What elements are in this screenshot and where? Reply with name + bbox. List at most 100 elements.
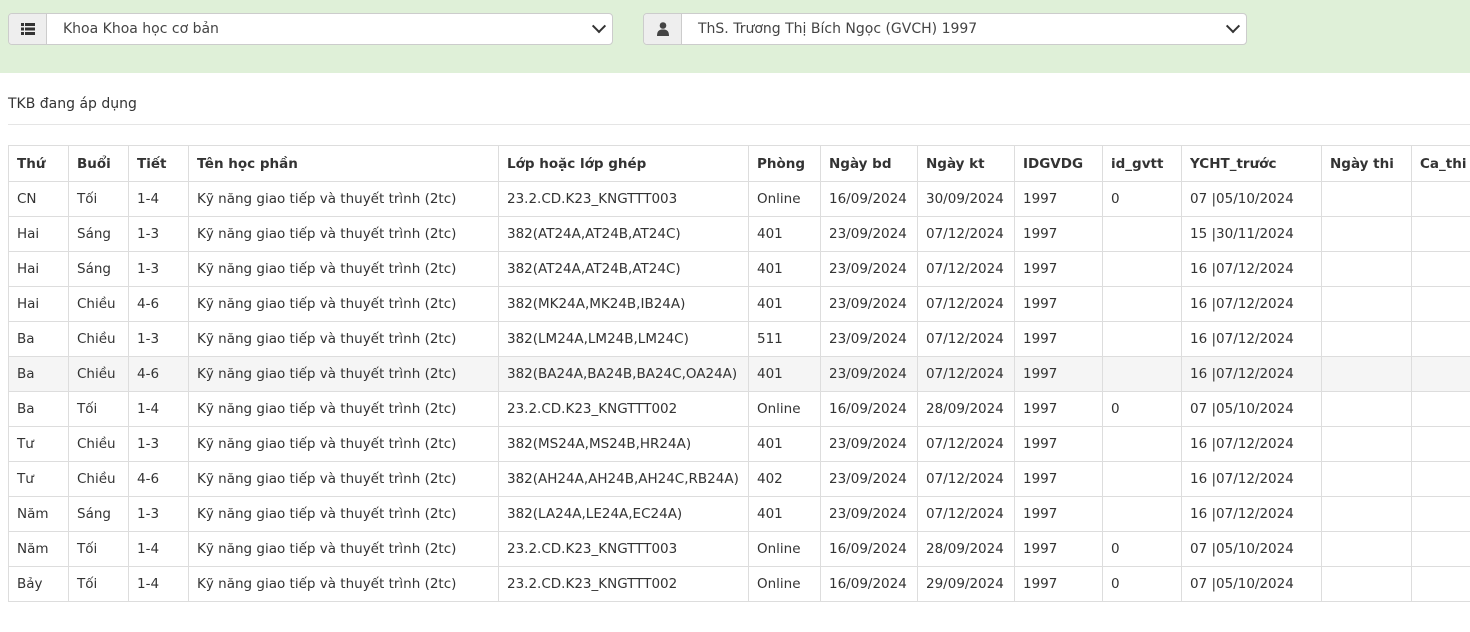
table-row: Hai Sáng 1-3 Kỹ năng giao tiếp và thuyết tr… [8, 251, 1470, 287]
table-cell: 1997 [1014, 181, 1103, 217]
table-cell: 23/09/2024 [820, 321, 918, 357]
table-cell: Năm [8, 496, 69, 532]
table-cell: 16/09/2024 [820, 391, 918, 427]
table-cell: Kỹ năng giao tiếp và thuyết trình (2tc) [188, 391, 499, 427]
page-title: TKB đang áp dụng [8, 96, 137, 112]
table-cell [1321, 216, 1412, 252]
table-cell: 16 |07/12/2024 [1181, 251, 1322, 287]
teacher-select[interactable]: ThS. Trương Thị Bích Ngọc (GVCH) 1997 [682, 14, 1246, 44]
column-header: Phòng [748, 145, 821, 182]
table-cell: 23.2.CD.K23_KNGTTT003 [498, 531, 749, 567]
table-cell: 0 [1102, 531, 1182, 567]
table-cell: Hai [8, 251, 69, 287]
table-cell: 16/09/2024 [820, 566, 918, 602]
table-cell: Chiều [68, 286, 129, 322]
table-cell: 382(AT24A,AT24B,AT24C) [498, 251, 749, 287]
table-cell: 382(MS24A,MS24B,HR24A) [498, 426, 749, 462]
table-cell: 23/09/2024 [820, 426, 918, 462]
table-row: Ba Tối 1-4 Kỹ năng giao tiếp và thuyết trìn… [8, 391, 1470, 427]
table-cell [1411, 286, 1470, 322]
table-cell: Ba [8, 321, 69, 357]
table-cell: 1997 [1014, 356, 1103, 392]
table-cell: 23/09/2024 [820, 251, 918, 287]
user-icon [644, 14, 682, 44]
table-cell [1102, 496, 1182, 532]
table-cell: Năm [8, 531, 69, 567]
chevron-down-icon [1225, 19, 1241, 34]
table-cell [1321, 461, 1412, 497]
table-cell: 1-4 [128, 391, 189, 427]
table-cell: 23/09/2024 [820, 286, 918, 322]
table-cell: Kỹ năng giao tiếp và thuyết trình (2tc) [188, 181, 499, 217]
table-row: Hai Chiều 4-6 Kỹ năng giao tiếp và thuyết t… [8, 286, 1470, 322]
table-cell: 4-6 [128, 286, 189, 322]
table-cell: 23/09/2024 [820, 496, 918, 532]
table-cell: 16 |07/12/2024 [1181, 496, 1322, 532]
table-cell: 382(LA24A,LE24A,EC24A) [498, 496, 749, 532]
table-cell: Hai [8, 216, 69, 252]
table-cell: 07 |05/10/2024 [1181, 531, 1322, 567]
table-cell [1102, 426, 1182, 462]
table-cell: 07/12/2024 [917, 426, 1015, 462]
table-cell: 16 |07/12/2024 [1181, 356, 1322, 392]
table-cell: 1-3 [128, 426, 189, 462]
column-header: Buổi [68, 145, 129, 182]
table-cell: 0 [1102, 391, 1182, 427]
table-cell: 30/09/2024 [917, 181, 1015, 217]
table-cell: Hai [8, 286, 69, 322]
table-cell: 1997 [1014, 251, 1103, 287]
table-cell: 0 [1102, 566, 1182, 602]
table-cell: 15 |30/11/2024 [1181, 216, 1322, 252]
table-cell: 401 [748, 496, 821, 532]
table-cell: 07 |05/10/2024 [1181, 566, 1322, 602]
table-cell: 16 |07/12/2024 [1181, 461, 1322, 497]
table-cell: 16/09/2024 [820, 531, 918, 567]
table-cell: Online [748, 531, 821, 567]
faculty-select[interactable]: Khoa Khoa học cơ bản [47, 14, 612, 44]
table-cell [1411, 251, 1470, 287]
table-cell: Sáng [68, 216, 129, 252]
table-cell: 23.2.CD.K23_KNGTTT002 [498, 566, 749, 602]
table-cell: 1997 [1014, 461, 1103, 497]
teacher-select-group[interactable]: ThS. Trương Thị Bích Ngọc (GVCH) 1997 [643, 13, 1247, 45]
table-cell: 1997 [1014, 286, 1103, 322]
table-cell: 16 |07/12/2024 [1181, 321, 1322, 357]
table-cell: Tư [8, 461, 69, 497]
table-cell [1102, 286, 1182, 322]
table-cell: 382(AH24A,AH24B,AH24C,RB24A) [498, 461, 749, 497]
table-cell: 401 [748, 251, 821, 287]
table-cell: 1-4 [128, 531, 189, 567]
table-row: Tư Chiều 4-6 Kỹ năng giao tiếp và thuyết tr… [8, 461, 1470, 497]
table-cell: Kỹ năng giao tiếp và thuyết trình (2tc) [188, 566, 499, 602]
table-cell [1411, 426, 1470, 462]
table-cell: 07/12/2024 [917, 251, 1015, 287]
table-cell: 1-4 [128, 181, 189, 217]
table-cell [1321, 426, 1412, 462]
table-cell: Kỹ năng giao tiếp và thuyết trình (2tc) [188, 286, 499, 322]
table-row: Năm Sáng 1-3 Kỹ năng giao tiếp và thuyết tr… [8, 496, 1470, 532]
table-cell: Kỹ năng giao tiếp và thuyết trình (2tc) [188, 461, 499, 497]
filter-bar: Khoa Khoa học cơ bản ThS. Trương Thị Bíc… [0, 0, 1470, 73]
table-cell: 16 |07/12/2024 [1181, 426, 1322, 462]
table-cell [1321, 566, 1412, 602]
table-cell [1321, 496, 1412, 532]
table-cell: Kỹ năng giao tiếp và thuyết trình (2tc) [188, 251, 499, 287]
table-cell: Kỹ năng giao tiếp và thuyết trình (2tc) [188, 531, 499, 567]
table-cell [1102, 461, 1182, 497]
table-cell: Kỹ năng giao tiếp và thuyết trình (2tc) [188, 216, 499, 252]
table-cell: Tư [8, 426, 69, 462]
table-row: CN Tối 1-4 Kỹ năng giao tiếp và thuyết trìn… [8, 181, 1470, 217]
table-cell [1321, 356, 1412, 392]
table-cell: 07/12/2024 [917, 286, 1015, 322]
table-cell: 07/12/2024 [917, 216, 1015, 252]
table-cell [1102, 356, 1182, 392]
table-cell: 382(MK24A,MK24B,IB24A) [498, 286, 749, 322]
table-cell [1321, 531, 1412, 567]
table-cell: 4-6 [128, 356, 189, 392]
table-cell: 382(BA24A,BA24B,BA24C,OA24A) [498, 356, 749, 392]
table-cell: 1-3 [128, 216, 189, 252]
column-header: IDGVDG [1014, 145, 1103, 182]
faculty-select-group[interactable]: Khoa Khoa học cơ bản [8, 13, 613, 45]
table-header-row: Thứ Buổi Tiết Tên học phần Lớp hoặc lớp ghép… [8, 145, 1470, 182]
table-cell [1411, 461, 1470, 497]
